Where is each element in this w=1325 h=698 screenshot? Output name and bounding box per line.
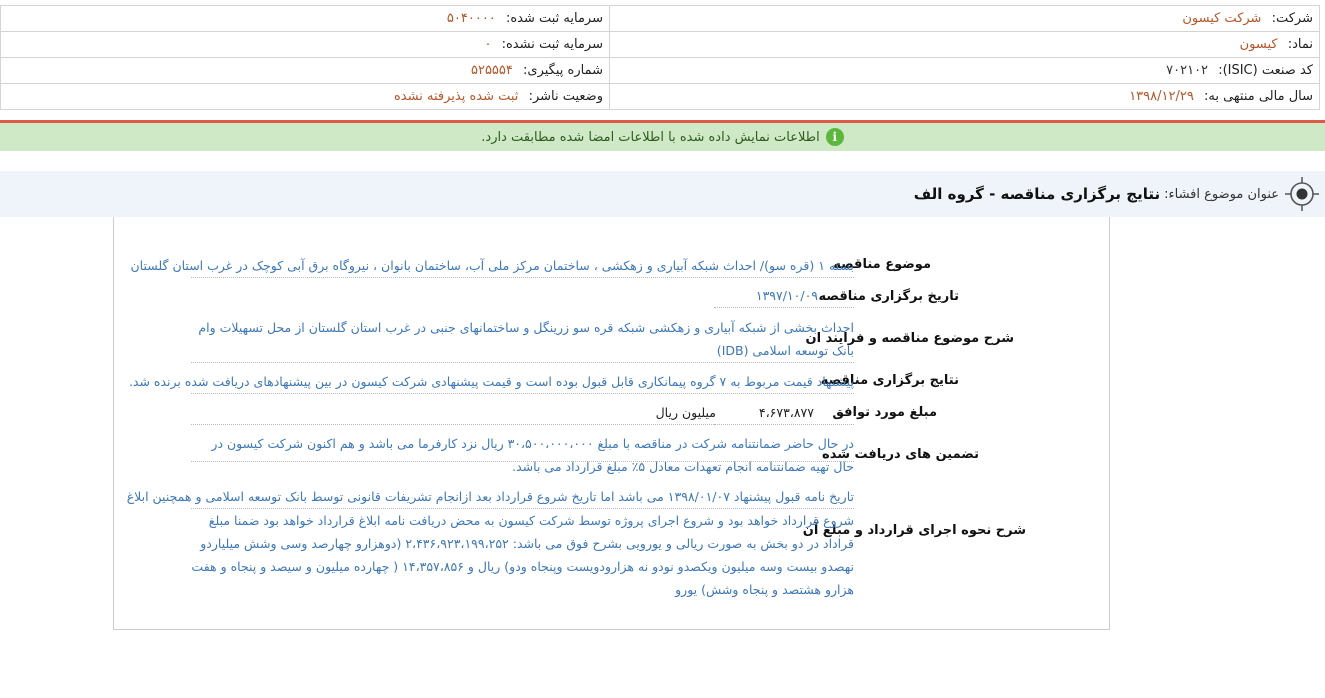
tracking-label: شماره پیگیری: — [523, 63, 603, 78]
company-value: شرکت کیسون — [1182, 11, 1262, 26]
signature-match-notice: i اطلاعات نمایش داده شده با اطلاعات امضا… — [0, 120, 1325, 151]
isic-value: ۷۰۲۱۰۲ — [1166, 63, 1209, 78]
unregistered-capital-value: ۰ — [484, 37, 492, 52]
tender-date-value: ۱۳۹۷/۱۰/۰۹ — [714, 284, 854, 308]
tender-description-value: احداث بخشی از شبکه آبیاری و زهکشی شبکه ق… — [191, 316, 854, 363]
registered-capital-cell: سرمایه ثبت شده: ۵۰۴۰۰۰۰ — [0, 5, 610, 32]
company-label: شرکت: — [1271, 11, 1313, 26]
isic-label: کد صنعت (ISIC): — [1218, 63, 1313, 78]
publisher-status-value: ثبت شده پذیرفته نشده — [394, 89, 519, 104]
agreed-amount-unit: میلیون ریال — [655, 405, 716, 420]
company-cell: شرکت: شرکت کیسون — [609, 5, 1320, 32]
symbol-value: کیسون — [1239, 37, 1278, 52]
notice-text: اطلاعات نمایش داده شده با اطلاعات امضا ش… — [481, 129, 820, 145]
isic-cell: کد صنعت (ISIC): ۷۰۲۱۰۲ — [609, 57, 1320, 84]
amount-underline — [714, 424, 854, 425]
registered-capital-value: ۵۰۴۰۰۰۰ — [446, 11, 496, 26]
symbol-cell: نماد: کیسون — [609, 31, 1320, 58]
tracking-value: ۵۲۵۵۵۴ — [470, 63, 513, 78]
guarantees-underline — [191, 461, 854, 462]
publisher-status-cell: وضعیت ناشر: ثبت شده پذیرفته نشده — [0, 83, 610, 110]
subject-title: نتایج برگزاری مناقصه - گروه الف — [913, 185, 1161, 203]
fiscal-label: سال مالی منتهی به: — [1203, 89, 1313, 104]
tender-subject-value: بسته ۱ (قره سو)/ احداث شبکه آبیاری و زهک… — [130, 254, 854, 278]
guarantees-value: در حال حاضر ضمانتنامه شرکت در مناقصه با … — [211, 436, 854, 474]
unregistered-capital-label: سرمایه ثبت نشده: — [501, 37, 603, 52]
tender-date-text: ۱۳۹۷/۱۰/۰۹ — [755, 288, 818, 303]
target-icon — [1285, 177, 1319, 211]
tender-details-panel: موضوع مناقصه بسته ۱ (قره سو)/ احداث شبکه… — [113, 217, 1110, 630]
disclosure-subject-bar: عنوان موضوع افشاء: نتایج برگزاری مناقصه … — [0, 171, 1325, 217]
agreed-amount-value: ۴،۶۷۳،۸۷۷ — [758, 405, 814, 420]
contract-execution-value-rest: شروع قرارداد خواهد بود و شروع اجرای پروژ… — [191, 513, 854, 597]
unregistered-capital-cell: سرمایه ثبت نشده: ۰ — [0, 31, 610, 58]
publisher-status-label: وضعیت ناشر: — [528, 89, 603, 104]
subject-label: عنوان موضوع افشاء: — [1164, 186, 1279, 202]
amount-unit-underline — [191, 424, 714, 425]
fiscal-cell: سال مالی منتهی به: ۱۳۹۸/۱۲/۲۹ — [609, 83, 1320, 110]
contract-execution-value-line1: تاریخ نامه قبول پیشنهاد ۱۳۹۸/۰۱/۰۷ می با… — [127, 485, 854, 509]
fiscal-value: ۱۳۹۸/۱۲/۲۹ — [1129, 89, 1194, 104]
registered-capital-label: سرمایه ثبت شده: — [505, 11, 603, 26]
tracking-cell: شماره پیگیری: ۵۲۵۵۵۴ — [0, 57, 610, 84]
tender-result-value: پیشنهاد قیمت مربوط به ۷ گروه پیمانکاری ق… — [129, 370, 854, 394]
agreed-amount-label: مبلغ مورد توافق — [832, 405, 937, 420]
company-info-table: شرکت: شرکت کیسون سرمایه ثبت شده: ۵۰۴۰۰۰۰… — [0, 5, 1320, 110]
info-icon: i — [825, 128, 844, 146]
symbol-label: نماد: — [1287, 37, 1313, 52]
